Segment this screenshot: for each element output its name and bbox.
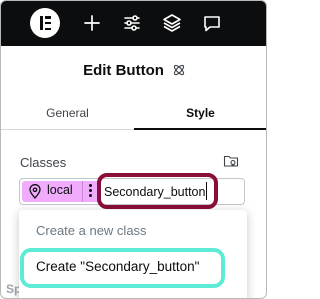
panel-tabs: General Style	[1, 96, 266, 130]
editor-panel: Edit Button General Style Classes local …	[0, 0, 267, 299]
active-tab-indicator	[134, 128, 266, 130]
input-highlight-ring	[97, 173, 218, 209]
comment-icon[interactable]	[201, 12, 223, 34]
panel-title: Edit Button	[83, 61, 164, 79]
layers-icon[interactable]	[161, 12, 183, 34]
location-pin-icon	[29, 184, 41, 199]
class-chip-label: local	[47, 183, 73, 197]
elementor-logo-icon[interactable]	[30, 8, 60, 38]
create-option-highlight-ring	[20, 248, 225, 288]
classes-label: Classes	[20, 155, 67, 170]
chip-divider	[82, 181, 83, 202]
class-manager-icon[interactable]	[223, 153, 239, 169]
plus-icon[interactable]	[81, 12, 103, 34]
tab-style[interactable]: Style	[134, 96, 266, 130]
chip-options-icon[interactable]	[87, 183, 93, 199]
atom-icon	[173, 64, 185, 76]
top-bar	[1, 1, 266, 46]
panel-header: Edit Button	[1, 59, 266, 81]
tab-general[interactable]: General	[1, 96, 134, 130]
dropdown-hint: Create a new class	[36, 223, 147, 238]
sliders-icon[interactable]	[121, 12, 143, 34]
